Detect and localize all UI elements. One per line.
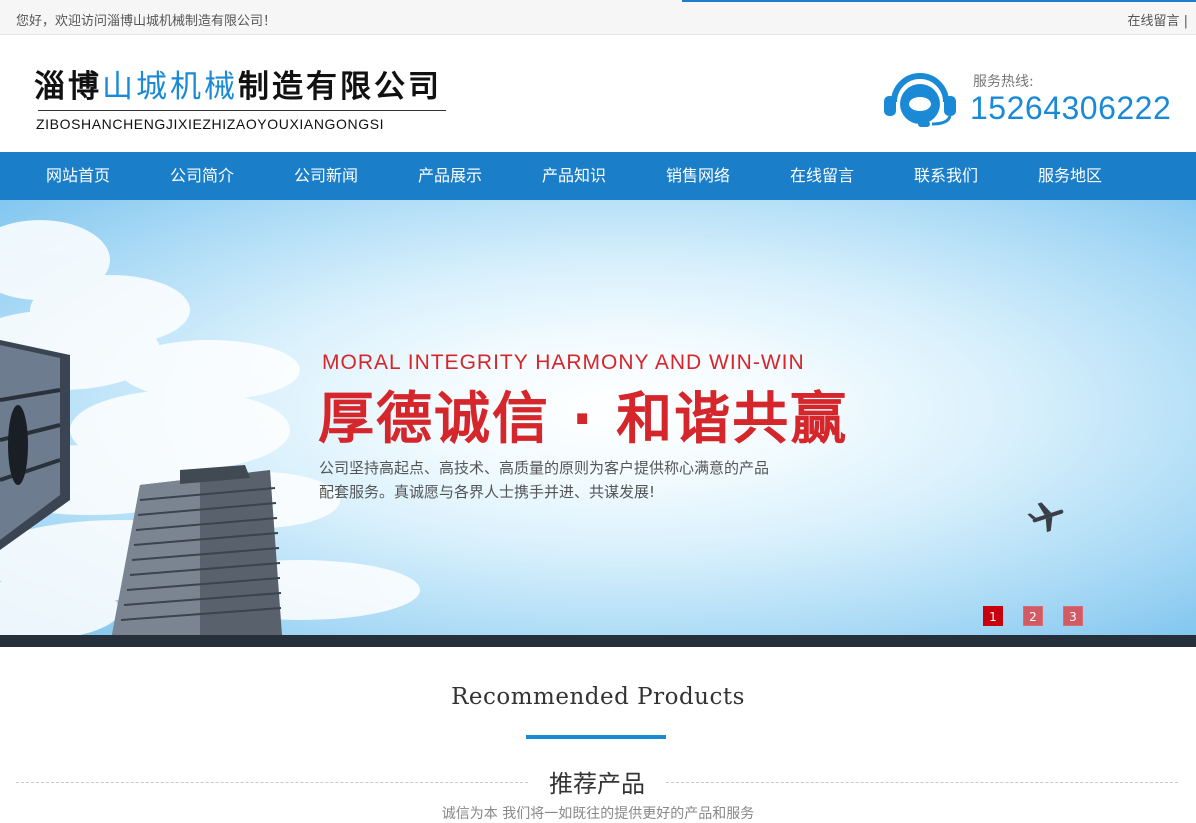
top-bar: 您好，欢迎访问淄博山城机械制造有限公司！ 在线留言 | <box>0 0 1196 35</box>
site-header: 淄博山城机械制造有限公司 ZIBOSHANCHENGJIXIEZHIZAOYOU… <box>0 35 1196 152</box>
nav-item-home[interactable]: 网站首页 <box>16 152 140 200</box>
recommended-title-english: Recommended Products <box>451 684 745 710</box>
logo-chinese-name: 淄博山城机械制造有限公司 <box>34 61 446 106</box>
logo-name-part3: 制造有限公司 <box>238 69 442 105</box>
headset-icon <box>884 73 956 127</box>
section-divider-left <box>16 782 528 783</box>
nav-item-service-area[interactable]: 服务地区 <box>1008 152 1132 200</box>
banner-tagline-english: MORAL INTEGRITY HARMONY AND WIN-WIN <box>322 351 805 374</box>
nav-item-products[interactable]: 产品展示 <box>388 152 512 200</box>
logo-pinyin-name: ZIBOSHANCHENGJIXIEZHIZAOYOUXIANGONGSI <box>36 116 385 132</box>
banner-tagline-chinese: 厚德诚信 · 和谐共赢 <box>318 387 849 452</box>
hotline-number: 15264306222 <box>970 90 1172 126</box>
banner-description-line2: 配套服务。真诚愿与各界人士携手并进、共谋发展! <box>319 483 656 501</box>
welcome-text: 您好，欢迎访问淄博山城机械制造有限公司！ <box>16 14 277 29</box>
hotline-label: 服务热线: <box>973 74 1034 90</box>
banner-description-line1: 公司坚持高起点、高技术、高质量的原则为客户提供称心满意的产品 <box>319 459 770 477</box>
banner-description: 公司坚持高起点、高技术、高质量的原则为客户提供称心满意的产品 配套服务。真诚愿与… <box>319 456 819 504</box>
nav-item-news[interactable]: 公司新闻 <box>264 152 388 200</box>
online-message-link[interactable]: 在线留言 | <box>1127 10 1188 29</box>
logo-name-part1: 淄博 <box>34 69 102 105</box>
recommended-title-chinese: 推荐产品 <box>528 764 666 799</box>
slide-dot-1[interactable]: 1 <box>983 606 1003 626</box>
nav-item-knowledge[interactable]: 产品知识 <box>512 152 636 200</box>
main-nav: 网站首页 公司简介 公司新闻 产品展示 产品知识 销售网络 在线留言 联系我们 … <box>0 152 1196 200</box>
nav-item-about[interactable]: 公司简介 <box>140 152 264 200</box>
logo-divider <box>38 110 446 111</box>
slide-dot-2[interactable]: 2 <box>1023 606 1043 626</box>
section-divider-right <box>666 782 1178 783</box>
service-hotline: 服务热线: 15264306222 <box>882 68 1182 128</box>
nav-item-message[interactable]: 在线留言 <box>760 152 884 200</box>
slide-dot-3[interactable]: 3 <box>1063 606 1083 626</box>
nav-item-contact[interactable]: 联系我们 <box>884 152 1008 200</box>
nav-item-sales-network[interactable]: 销售网络 <box>636 152 760 200</box>
hero-banner: MORAL INTEGRITY HARMONY AND WIN-WIN 厚德诚信… <box>0 200 1196 635</box>
slide-pagination: 1 2 3 <box>983 606 1103 626</box>
recommended-subtitle: 诚信为本 我们将一如既往的提供更好的产品和服务 <box>441 806 755 822</box>
airplane-graphic <box>1027 502 1064 533</box>
recommended-title-underline <box>526 735 666 739</box>
logo-name-part2: 山城机械 <box>102 69 238 105</box>
top-accent-line <box>682 0 1196 2</box>
company-logo[interactable]: 淄博山城机械制造有限公司 ZIBOSHANCHENGJIXIEZHIZAOYOU… <box>34 61 446 132</box>
banner-bottom-strip <box>0 635 1196 647</box>
